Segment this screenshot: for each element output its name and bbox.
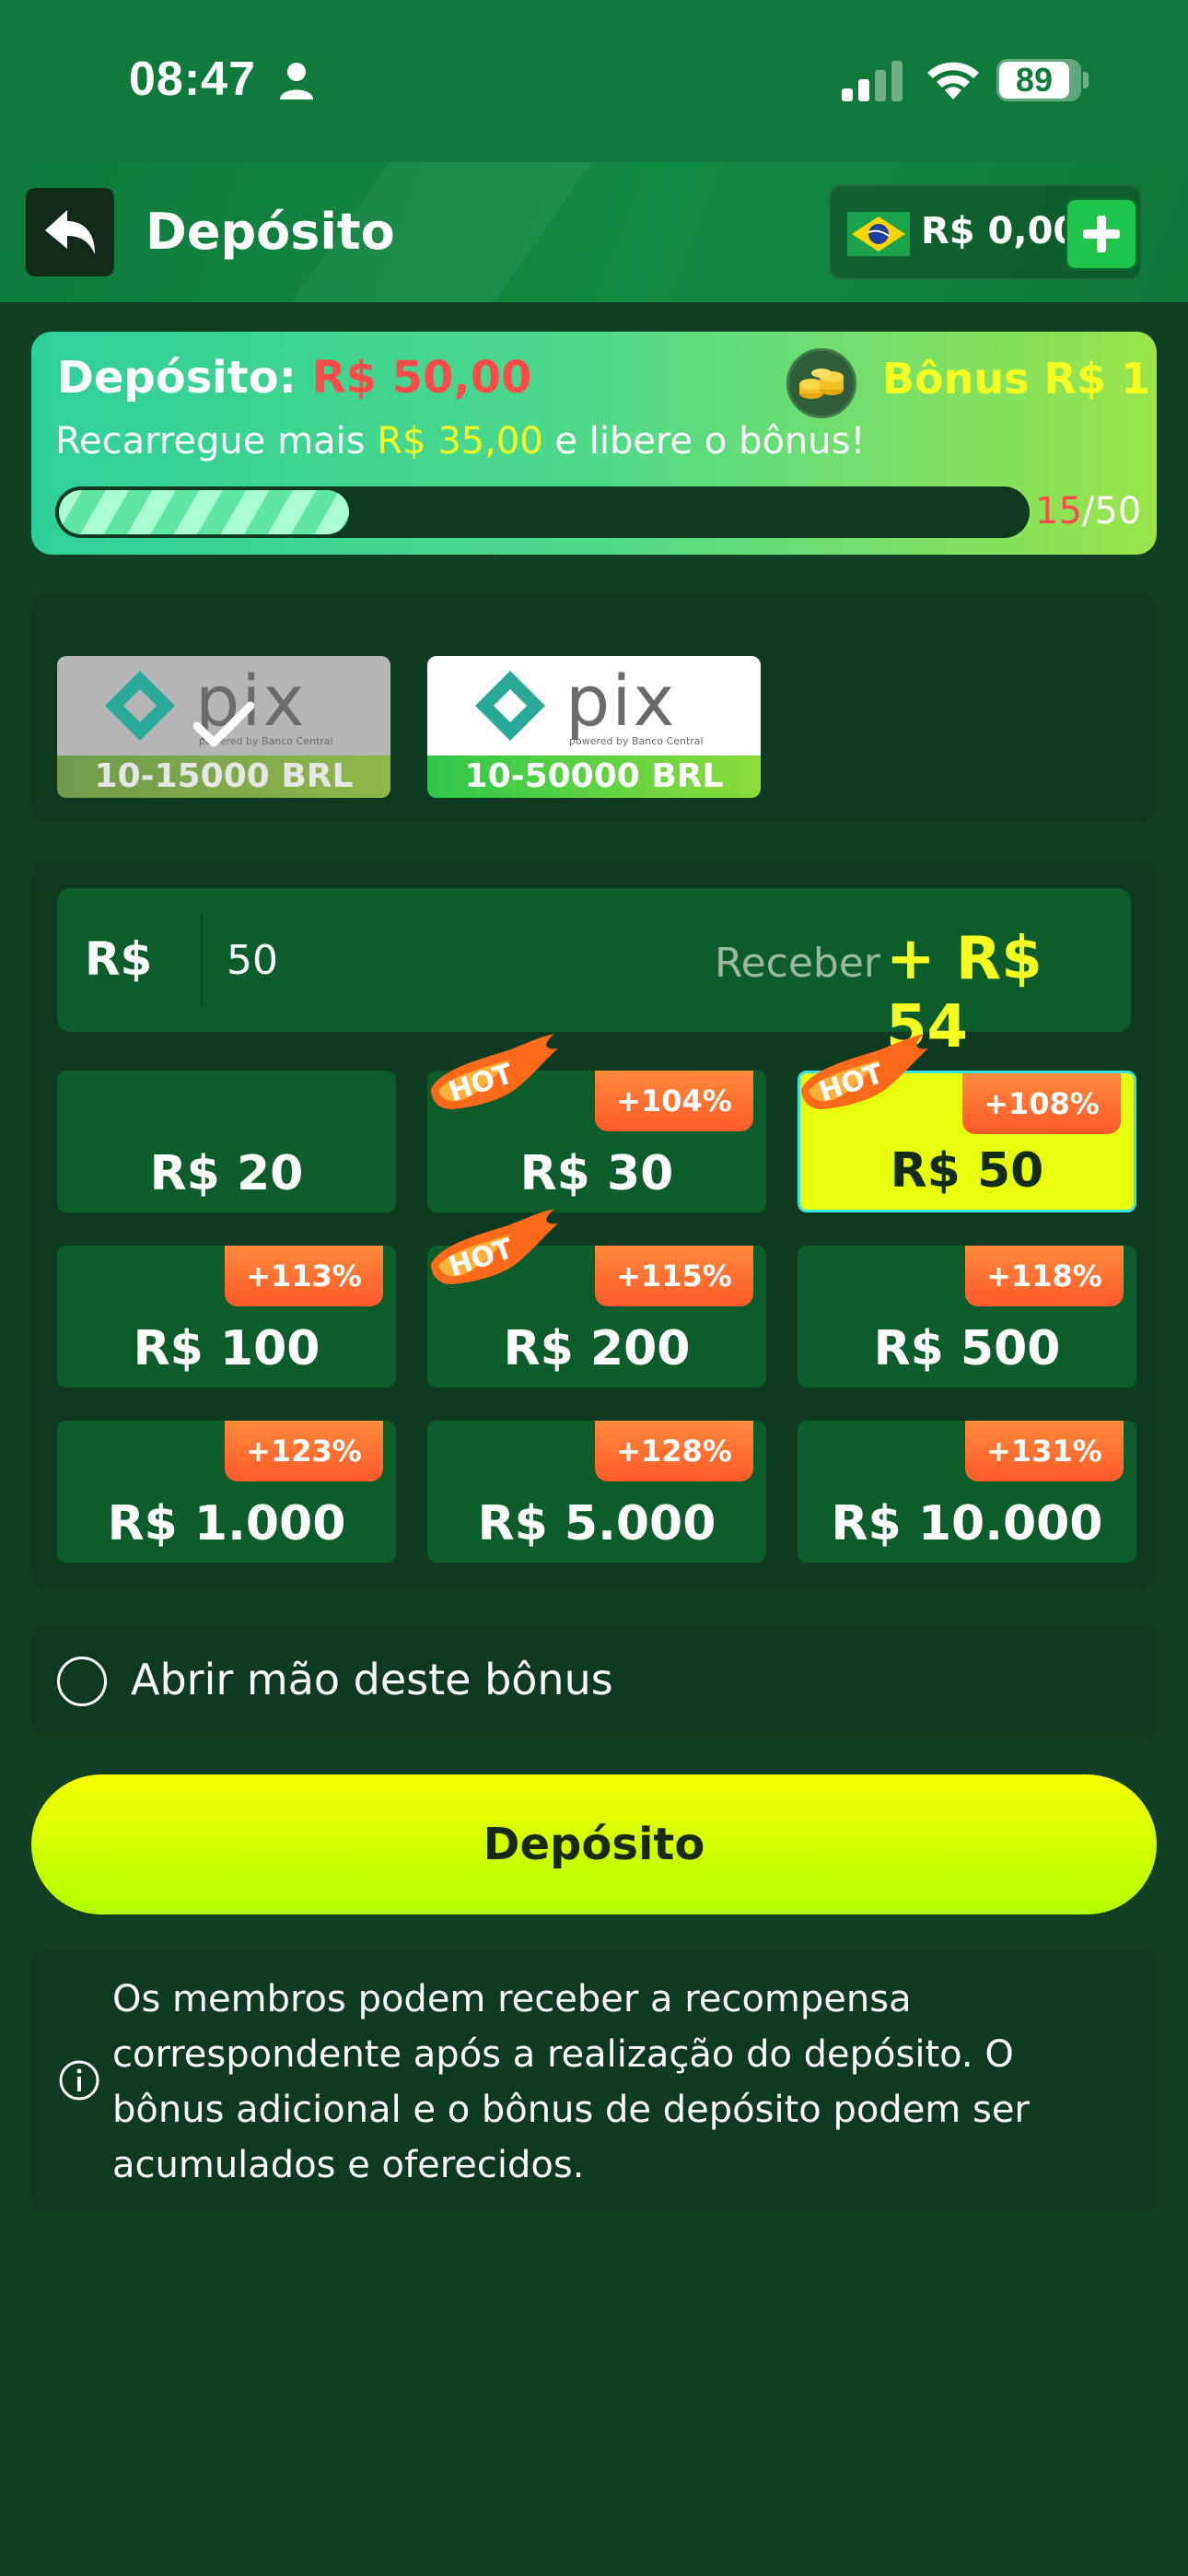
amount-option-label: R$ 100	[133, 1321, 320, 1376]
bonus-percent-badge: +131%	[965, 1421, 1124, 1481]
bonus-percent-badge: +104%	[595, 1071, 753, 1131]
deposit-screen: 08:47 89 Depósito R$ 0,00 Depósito: R$ 5…	[0, 0, 1188, 2576]
battery-icon: 89	[996, 59, 1081, 101]
payment-method-pix-2[interactable]: pix powered by Banco Central 10-50000 BR…	[427, 656, 761, 798]
bonus-progress-count: 15/50	[1035, 490, 1142, 533]
payment-method-pix-1[interactable]: pix powered by Banco Central 10-15000 BR…	[57, 656, 390, 798]
wallet-balance: R$ 0,00	[921, 210, 1079, 252]
amount-option-label: R$ 5.000	[477, 1496, 716, 1551]
bonus-progress-bar	[55, 486, 1030, 538]
status-time: 08:47	[129, 53, 256, 106]
person-icon	[280, 63, 313, 100]
bonus-percent-badge: +118%	[965, 1246, 1124, 1306]
amount-option-label: R$ 10.000	[831, 1496, 1103, 1551]
amount-option-label: R$ 30	[519, 1146, 674, 1201]
wallet-balance-widget: R$ 0,00	[829, 184, 1142, 280]
amount-panel: R$ Receber + R$ 54 R$ 20 +104% R$ 30 +10…	[31, 862, 1157, 1588]
amount-option-500[interactable]: +118% R$ 500	[798, 1246, 1136, 1388]
bonus-percent-badge: +128%	[595, 1421, 753, 1481]
amount-option-5000[interactable]: +128% R$ 5.000	[427, 1421, 766, 1563]
info-icon	[59, 2060, 99, 2101]
amount-option-50[interactable]: +108% R$ 50	[798, 1071, 1136, 1212]
check-icon	[193, 701, 254, 747]
payment-method-range: 10-15000 BRL	[57, 755, 390, 798]
bonus-remaining-amount: R$ 35,00	[377, 420, 543, 463]
bonus-percent-badge: +108%	[962, 1073, 1121, 1134]
add-funds-button[interactable]	[1065, 197, 1138, 271]
bonus-deposit-amount: R$ 50,00	[311, 352, 532, 404]
page-header: Depósito R$ 0,00	[0, 162, 1188, 302]
receive-label: Receber	[715, 940, 881, 987]
currency-symbol: R$	[85, 932, 153, 986]
amount-option-label: R$ 500	[873, 1321, 1061, 1376]
pix-subtitle: powered by Banco Central	[569, 735, 704, 747]
wifi-icon	[927, 62, 979, 100]
gold-coins-icon	[786, 348, 856, 418]
amount-input[interactable]	[227, 925, 577, 995]
amount-option-100[interactable]: +113% R$ 100	[57, 1246, 396, 1388]
amount-option-1000[interactable]: +123% R$ 1.000	[57, 1421, 396, 1563]
bonus-progress-card: Depósito: R$ 50,00 Bônus R$ 1 Recarregue…	[31, 332, 1157, 555]
amount-option-30[interactable]: +104% R$ 30	[427, 1071, 766, 1212]
pix-logo-icon	[105, 671, 175, 741]
info-text: Os membros podem receber a recompensa co…	[112, 1978, 1030, 2186]
bonus-percent-badge: +113%	[225, 1246, 383, 1306]
amount-option-200[interactable]: +115% R$ 200	[427, 1246, 766, 1388]
bonus-reward: Bônus R$ 1	[882, 354, 1151, 404]
deposit-button[interactable]: Depósito	[31, 1774, 1157, 1914]
input-divider	[201, 914, 203, 1006]
brazil-flag-icon	[847, 212, 910, 256]
opt-out-label: Abrir mão deste bônus	[131, 1655, 613, 1704]
bonus-percent-badge: +123%	[225, 1421, 383, 1481]
bonus-percent-badge: +115%	[595, 1246, 753, 1306]
payment-method-panel: pix powered by Banco Central 10-15000 BR…	[31, 593, 1157, 822]
bonus-description: Recarregue mais R$ 35,00 e libere o bônu…	[55, 420, 866, 463]
back-arrow-icon	[45, 210, 95, 254]
amount-input-box: R$ Receber + R$ 54	[57, 888, 1131, 1061]
back-button[interactable]	[26, 188, 114, 276]
amount-option-10000[interactable]: +131% R$ 10.000	[798, 1421, 1136, 1563]
amount-option-label: R$ 1.000	[107, 1496, 346, 1551]
pix-wordmark: pix	[565, 660, 677, 742]
battery-tip	[1083, 72, 1089, 88]
plus-icon	[1083, 216, 1120, 252]
info-box: Os membros podem receber a recompensa co…	[31, 1951, 1157, 2211]
receive-value: + R$ 54	[886, 925, 1042, 1061]
amount-option-20[interactable]: R$ 20	[57, 1071, 396, 1212]
battery-level: 89	[1015, 61, 1054, 99]
payment-method-range: 10-50000 BRL	[427, 755, 761, 798]
status-bar: 08:47 89	[0, 0, 1188, 162]
cellular-signal-icon	[842, 61, 903, 101]
pix-logo-icon	[475, 671, 545, 741]
bonus-progress-fill	[59, 490, 349, 534]
amount-option-label: R$ 200	[503, 1321, 691, 1376]
amount-option-label: R$ 50	[890, 1143, 1044, 1199]
bonus-opt-out[interactable]: Abrir mão deste bônus	[31, 1625, 1157, 1736]
opt-out-radio[interactable]	[57, 1657, 107, 1706]
amount-option-label: R$ 20	[149, 1146, 304, 1201]
page-title: Depósito	[146, 203, 395, 261]
bonus-deposit-label: Depósito: R$ 50,00	[57, 352, 532, 404]
